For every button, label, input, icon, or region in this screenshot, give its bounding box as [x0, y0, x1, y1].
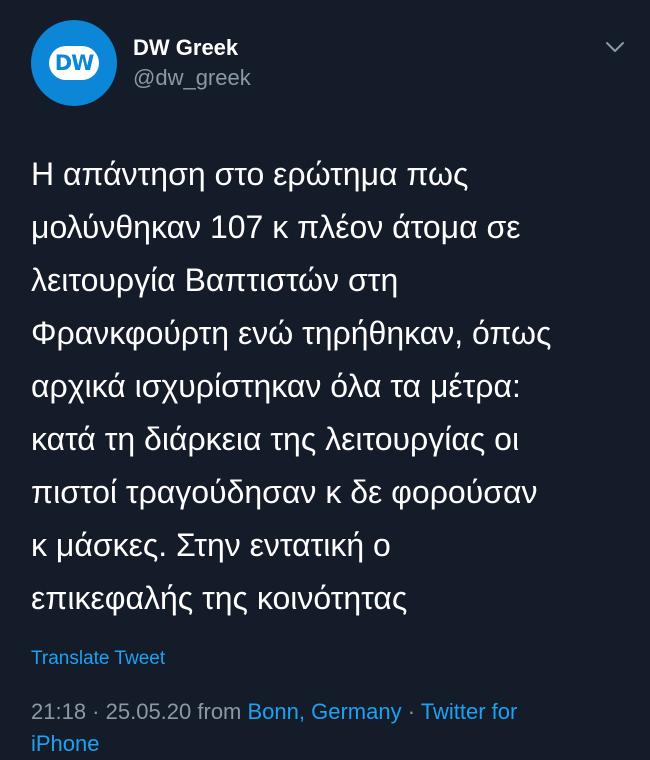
tweet-text: Η απάντηση στο ερώτημα πως μολύνθηκαν 10…	[31, 148, 631, 625]
tweet-header: DW Greek @dw_greek	[133, 34, 251, 92]
tweet-text-line: μολύνθηκαν 107 κ πλέον άτομα σε	[31, 209, 521, 245]
tweet-text-line: Φρανκφούρτη ενώ τηρήθηκαν, όπως	[31, 315, 552, 351]
tweet-text-line: πιστοί τραγούδησαν κ δε φορούσαν	[31, 474, 538, 510]
location-link[interactable]: Bonn, Germany	[248, 699, 402, 724]
tweet-metadata: 21:18 · 25.05.20 from Bonn, Germany · Tw…	[31, 696, 631, 760]
tweet-text-line: κατά τη διάρκεια της λειτουργίας οι	[31, 421, 520, 457]
tweet-text-line: κ μάσκες. Στην εντατική ο	[31, 527, 391, 563]
from-label: from	[191, 699, 248, 724]
display-name[interactable]: DW Greek	[133, 34, 251, 62]
tweet-text-line: αρχικά ισχυρίστηκαν όλα τα μέτρα:	[31, 368, 521, 404]
source-text-part: Twitter for	[420, 699, 518, 724]
tweet-text-line: λειτουργία Βαπτιστών στη	[31, 262, 399, 298]
meta-separator: ·	[401, 699, 421, 724]
chevron-down-icon[interactable]	[604, 36, 626, 58]
source-text-part: iPhone	[31, 731, 100, 756]
tweet-time: 21:18	[31, 699, 87, 724]
translate-tweet-link[interactable]: Translate Tweet	[31, 646, 165, 672]
user-handle[interactable]: @dw_greek	[133, 64, 251, 92]
tweet-date: 25.05.20	[105, 699, 192, 724]
avatar[interactable]: DW	[31, 20, 117, 106]
tweet-card: DW DW Greek @dw_greek Η απάντηση στο ερώ…	[0, 0, 650, 756]
tweet-text-line: Η απάντηση στο ερώτημα πως	[31, 156, 469, 192]
dw-logo: DW	[49, 46, 99, 80]
meta-separator: ·	[86, 699, 106, 724]
tweet-text-line: επικεφαλής της κοινότητας	[31, 580, 408, 616]
